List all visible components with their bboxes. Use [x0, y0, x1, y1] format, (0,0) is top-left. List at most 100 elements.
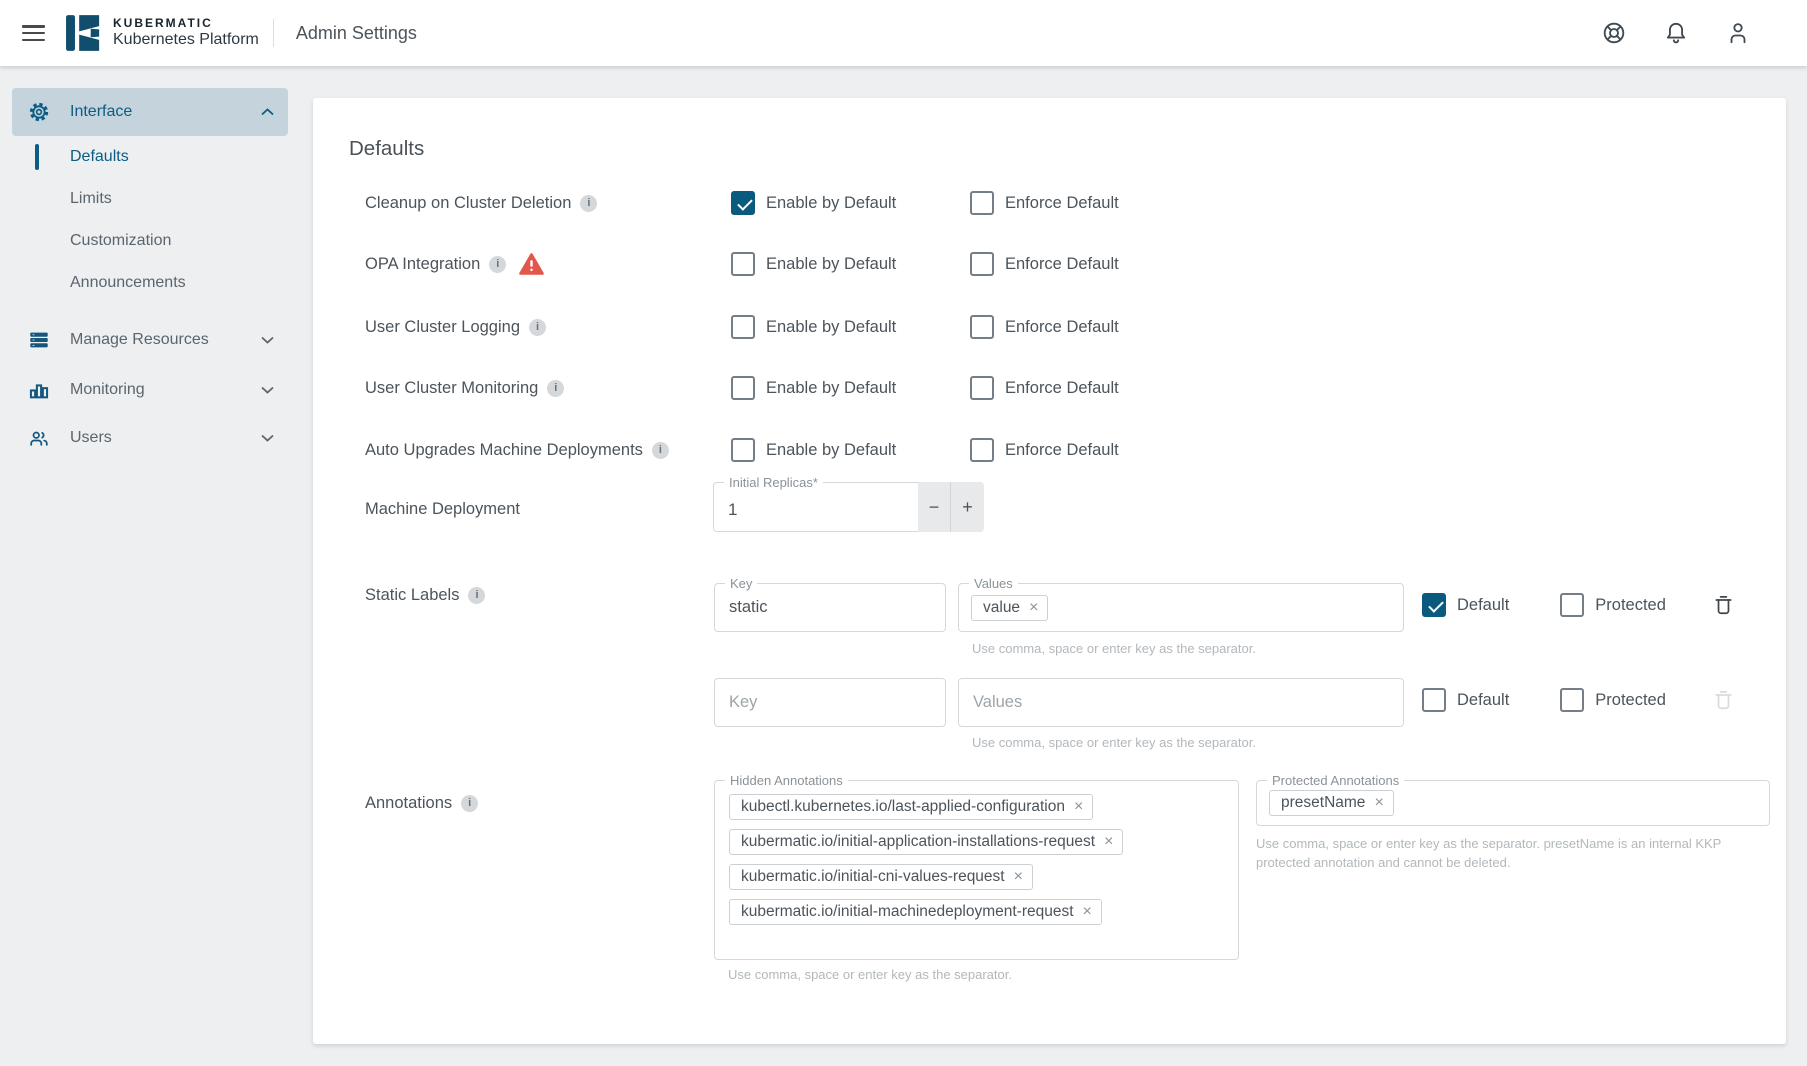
default-label[interactable]: Default [1457, 596, 1509, 615]
delete-icon[interactable] [1712, 594, 1735, 617]
sidebar-item-users[interactable]: Users [12, 414, 288, 462]
separator-hint: Use comma, space or enter key as the sep… [728, 967, 1012, 982]
enable-by-default-label[interactable]: Enable by Default [766, 441, 896, 460]
setting-label-text: Static Labels [365, 586, 459, 605]
protected-checkbox[interactable] [1560, 593, 1584, 617]
enable-by-default-label[interactable]: Enable by Default [766, 379, 896, 398]
default-label[interactable]: Default [1457, 691, 1509, 710]
info-icon[interactable]: i [652, 442, 669, 459]
setting-row-annotations: Annotations i [365, 789, 731, 817]
brand-subtitle: Kubernetes Platform [113, 31, 259, 49]
sidebar-item-manage-resources[interactable]: Manage Resources [12, 316, 288, 364]
enable-by-default-checkbox[interactable] [731, 252, 755, 276]
setting-label-text: User Cluster Monitoring [365, 379, 538, 398]
chip-label: kubectl.kubernetes.io/last-applied-confi… [741, 798, 1065, 816]
enforce-default-checkbox[interactable] [970, 315, 994, 339]
protected-checkbox[interactable] [1560, 688, 1584, 712]
field-label: Key [725, 576, 757, 591]
sidebar-item-announcements[interactable]: Announcements [0, 262, 300, 304]
enforce-default-label[interactable]: Enforce Default [1005, 194, 1119, 213]
info-icon[interactable]: i [468, 587, 485, 604]
enable-by-default-checkbox[interactable] [731, 315, 755, 339]
chip: presetName × [1269, 790, 1394, 816]
section-heading: Defaults [349, 137, 424, 161]
setting-row-logging: User Cluster Logging i Enable by Default… [365, 313, 1119, 341]
chip-remove-icon[interactable]: × [1029, 600, 1038, 616]
notifications-icon[interactable] [1663, 20, 1689, 46]
enforce-default-label[interactable]: Enforce Default [1005, 379, 1119, 398]
info-icon[interactable]: i [580, 195, 597, 212]
protected-label[interactable]: Protected [1595, 596, 1666, 615]
enable-by-default-label[interactable]: Enable by Default [766, 194, 896, 213]
menu-icon[interactable] [22, 25, 45, 41]
sidebar-subitem-label: Limits [70, 190, 112, 208]
sidebar-item-interface[interactable]: Interface [12, 88, 288, 136]
info-icon[interactable]: i [461, 795, 478, 812]
sidebar-subitem-label: Defaults [70, 148, 129, 166]
initial-replicas-input[interactable] [714, 483, 918, 531]
chip-remove-icon[interactable]: × [1104, 834, 1113, 850]
static-label-key-input[interactable] [715, 679, 945, 726]
setting-label: Annotations i [365, 794, 731, 813]
protected-label[interactable]: Protected [1595, 691, 1666, 710]
help-icon[interactable] [1601, 20, 1627, 46]
chip-label: presetName [1281, 794, 1365, 812]
enforce-default-checkbox[interactable] [970, 376, 994, 400]
bar-chart-icon [28, 379, 50, 401]
static-label-key-field [714, 678, 946, 727]
hidden-annotations-field[interactable]: Hidden Annotations kubectl.kubernetes.io… [714, 780, 1239, 960]
default-checkbox[interactable] [1422, 688, 1446, 712]
chip-remove-icon[interactable]: × [1014, 869, 1023, 885]
info-icon[interactable]: i [529, 319, 546, 336]
chip: value × [971, 595, 1048, 621]
page-title: Admin Settings [296, 23, 417, 44]
field-label: Initial Replicas* [724, 475, 823, 490]
sidebar-item-defaults[interactable]: Defaults [0, 136, 300, 178]
enforce-default-checkbox[interactable] [970, 438, 994, 462]
enforce-default-label[interactable]: Enforce Default [1005, 441, 1119, 460]
setting-label: User Cluster Monitoring i [365, 379, 731, 398]
chip-label: kubermatic.io/initial-application-instal… [741, 833, 1095, 851]
sidebar-item-limits[interactable]: Limits [0, 178, 300, 220]
enforce-default-checkbox[interactable] [970, 191, 994, 215]
chip-label: value [983, 599, 1020, 617]
chevron-down-icon [261, 336, 274, 344]
setting-row-monitoring: User Cluster Monitoring i Enable by Defa… [365, 374, 1119, 402]
setting-row-static-labels: Static Labels i [365, 581, 731, 609]
sidebar-item-label: Users [70, 429, 112, 447]
sidebar-item-monitoring[interactable]: Monitoring [12, 366, 288, 414]
static-label-options-row: Default Protected [1422, 593, 1735, 617]
sidebar-subitem-label: Customization [70, 232, 171, 250]
chip-remove-icon[interactable]: × [1083, 904, 1092, 920]
sidebar-item-customization[interactable]: Customization [0, 220, 300, 262]
chip-label: kubermatic.io/initial-cni-values-request [741, 868, 1005, 886]
user-icon[interactable] [1725, 20, 1751, 46]
enforce-default-label[interactable]: Enforce Default [1005, 255, 1119, 274]
static-label-values-input[interactable] [959, 679, 1403, 726]
enable-by-default-label[interactable]: Enable by Default [766, 255, 896, 274]
enforce-default-checkbox[interactable] [970, 252, 994, 276]
chevron-up-icon [261, 108, 274, 116]
static-label-values-field[interactable]: Values value× [958, 583, 1404, 632]
default-checkbox[interactable] [1422, 593, 1446, 617]
info-icon[interactable]: i [489, 256, 506, 273]
chip-remove-icon[interactable]: × [1074, 799, 1083, 815]
chevron-down-icon [261, 434, 274, 442]
enable-by-default-checkbox[interactable] [731, 438, 755, 462]
enforce-default-label[interactable]: Enforce Default [1005, 318, 1119, 337]
chip-remove-icon[interactable]: × [1374, 795, 1383, 811]
static-label-key-input[interactable] [715, 584, 945, 631]
separator-hint: Use comma, space or enter key as the sep… [972, 641, 1256, 656]
enable-by-default-label[interactable]: Enable by Default [766, 318, 896, 337]
chip: kubectl.kubernetes.io/last-applied-confi… [729, 794, 1093, 820]
sidebar-item-label: Manage Resources [70, 331, 209, 349]
info-icon[interactable]: i [547, 380, 564, 397]
enable-by-default-checkbox[interactable] [731, 191, 755, 215]
protected-annotations-hint: Use comma, space or enter key as the sep… [1256, 835, 1736, 873]
setting-row-auto-upgrades: Auto Upgrades Machine Deployments i Enab… [365, 436, 1119, 464]
increment-button[interactable]: + [951, 482, 984, 532]
enable-by-default-checkbox[interactable] [731, 376, 755, 400]
protected-annotations-field[interactable]: Protected Annotations presetName× [1256, 780, 1770, 826]
decrement-button[interactable]: − [918, 482, 951, 532]
setting-label: User Cluster Logging i [365, 318, 731, 337]
